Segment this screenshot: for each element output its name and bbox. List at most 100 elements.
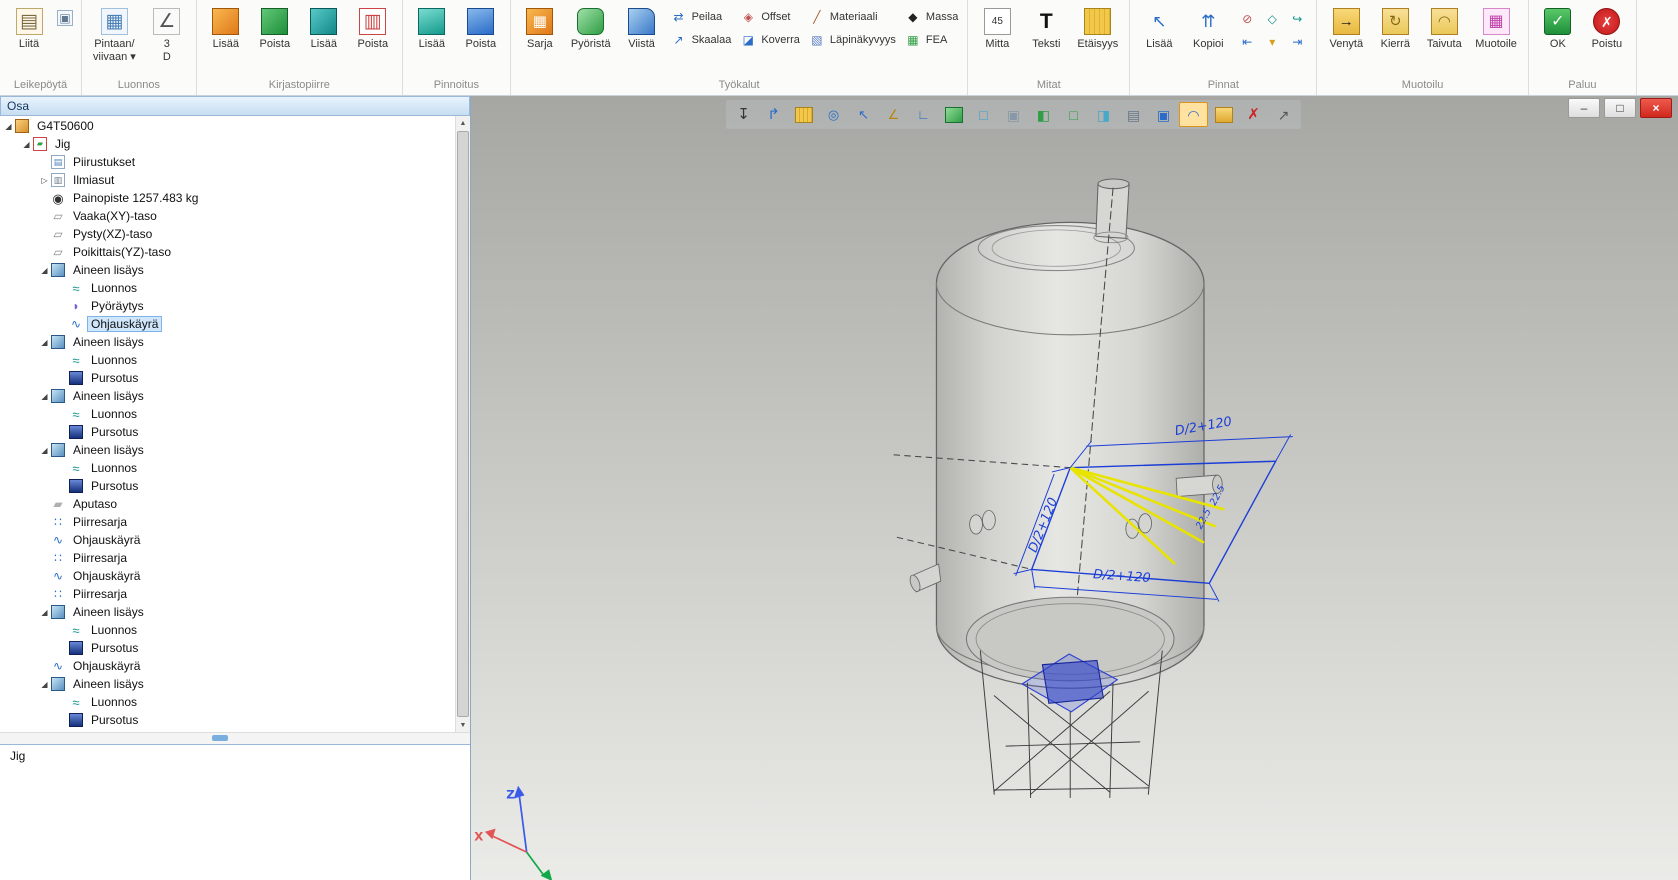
scroll-down-icon[interactable]: ▼	[456, 718, 470, 732]
collapse-arrow-icon[interactable]: ◢	[38, 392, 51, 401]
viewport-tool-delete-icon[interactable]: ✗	[1239, 102, 1268, 127]
tree-horizontal-scrollbar[interactable]	[0, 732, 470, 744]
collapse-arrow-icon[interactable]: ◢	[38, 680, 51, 689]
tree-item[interactable]: ≈Luonnos	[0, 405, 456, 423]
tree-item[interactable]: ◢Aineen lisäys	[0, 441, 456, 459]
ribbon-button-face-trim-icon[interactable]: ⊘	[1236, 9, 1258, 29]
viewport-tool-snap-edge-icon[interactable]: ∟	[909, 102, 938, 127]
tree-item[interactable]: Pursotus	[0, 423, 456, 441]
tree-item[interactable]: ◉Painopiste 1257.483 kg	[0, 189, 456, 207]
tree-item[interactable]: ◗Pyöräytys	[0, 297, 456, 315]
collapse-arrow-icon[interactable]: ◢	[38, 608, 51, 617]
ribbon-button-l-pin-kyvyys[interactable]: ▧Läpinäkyvyys	[809, 32, 896, 48]
ribbon-button-face-patch-icon[interactable]: ◇	[1261, 9, 1283, 29]
tree-item[interactable]: ▤Piirustukset	[0, 153, 456, 171]
ribbon-button-kierr[interactable]: ↻Kierrä	[1372, 3, 1418, 53]
tree-item[interactable]: ∿Ohjauskäyrä	[0, 567, 456, 585]
tree-item[interactable]: ≈Luonnos	[0, 693, 456, 711]
ribbon-button-offset[interactable]: ◈Offset	[740, 9, 800, 25]
viewport-tool-export-icon[interactable]: ↗	[1269, 102, 1298, 127]
viewport-tool-snap-point-icon[interactable]: ◎	[819, 102, 848, 127]
close-icon[interactable]: ×	[1640, 98, 1672, 118]
tree-item[interactable]: ∿Ohjauskäyrä	[0, 315, 456, 333]
tree-item[interactable]: Pursotus	[0, 369, 456, 387]
ribbon-button-teksti[interactable]: TTeksti	[1023, 3, 1069, 53]
tree-item[interactable]: ◢G4T50600	[0, 117, 456, 135]
viewport-tool-view-hidden-icon[interactable]: ▣	[999, 102, 1028, 127]
ribbon-button-face-save-icon[interactable]: ▾	[1261, 32, 1283, 52]
minimize-icon[interactable]: –	[1568, 98, 1600, 118]
viewport-tool-view-section-icon[interactable]: ◨	[1089, 102, 1118, 127]
ribbon-button-mitta[interactable]: 45Mitta	[974, 3, 1020, 53]
tree-item[interactable]: ◢Aineen lisäys	[0, 387, 456, 405]
tree-item[interactable]: ∿Ohjauskäyrä	[0, 657, 456, 675]
tree-item[interactable]: ▱Pysty(XZ)-taso	[0, 225, 456, 243]
viewport-tool-shaded-cube-icon[interactable]	[939, 102, 968, 127]
tree-item[interactable]: ◢Aineen lisäys	[0, 675, 456, 693]
viewport-tool-dim-add-icon[interactable]: ↱	[759, 102, 788, 127]
ribbon-button-venyt[interactable]: →Venytä	[1323, 3, 1369, 53]
tree-item[interactable]: ≈Luonnos	[0, 351, 456, 369]
ribbon-button-materiaali[interactable]: ╱Materiaali	[809, 9, 896, 25]
ribbon-button-ok[interactable]: ✓OK	[1535, 3, 1581, 53]
tree-item[interactable]: ▱Poikittais(YZ)-taso	[0, 243, 456, 261]
tree-item[interactable]: ▰Aputaso	[0, 495, 456, 513]
ribbon-button-peilaa[interactable]: ⇄Peilaa	[671, 9, 732, 25]
ribbon-button-fea[interactable]: ▦FEA	[905, 32, 958, 48]
viewport-tool-surface-mode-icon[interactable]: ◠	[1179, 102, 1208, 127]
tree-item[interactable]: ◢▰Jig	[0, 135, 456, 153]
viewport-tool-tape-icon[interactable]	[789, 102, 818, 127]
scrollbar-thumb[interactable]	[212, 735, 228, 741]
tree-item[interactable]: ◢Aineen lisäys	[0, 603, 456, 621]
tree-item[interactable]: Pursotus	[0, 477, 456, 495]
ribbon-button-et-isyys[interactable]: Etäisyys	[1072, 3, 1123, 53]
tree-item[interactable]: ≈Luonnos	[0, 621, 456, 639]
ribbon-button-poista[interactable]: ▥Poista	[350, 3, 396, 53]
tree-item[interactable]: Pursotus	[0, 711, 456, 729]
collapse-arrow-icon[interactable]: ◢	[38, 266, 51, 275]
viewport-tool-snap-angle-icon[interactable]: ∠	[879, 102, 908, 127]
tree-item[interactable]: ∷Piirresarja	[0, 513, 456, 531]
viewport-tool-sheet-icon[interactable]: ▤	[1119, 102, 1148, 127]
tree-item[interactable]: ≈Luonnos	[0, 279, 456, 297]
collapse-arrow-icon[interactable]: ◢	[2, 122, 15, 131]
viewport-tool-view-green-icon[interactable]: □	[1059, 102, 1088, 127]
ribbon-button-taivuta[interactable]: ◠Taivuta	[1421, 3, 1467, 53]
viewport-3d[interactable]: D/2+120 D/2+120 D/2+120 22.5 22.5 Z X	[471, 96, 1678, 880]
ribbon-button-copy-icon[interactable]: ▣	[55, 3, 75, 33]
tree-vertical-scrollbar[interactable]: ▲ ▼	[455, 116, 470, 732]
scrollbar-thumb[interactable]	[457, 131, 469, 717]
tree-item[interactable]: ▱Vaaka(XY)-taso	[0, 207, 456, 225]
ribbon-button-poista[interactable]: Poista	[252, 3, 298, 53]
expand-arrow-icon[interactable]: ▷	[38, 176, 51, 185]
viewport-tool-layers-icon[interactable]: ▣	[1149, 102, 1178, 127]
ribbon-button-face-forward-icon[interactable]: ⇥	[1286, 32, 1308, 52]
viewport-tool-snap-mid-icon[interactable]: ↖	[849, 102, 878, 127]
tree-item[interactable]: ◢Aineen lisäys	[0, 261, 456, 279]
ribbon-button-3-d[interactable]: ∠3 D	[144, 3, 190, 66]
ribbon-button-lis[interactable]: Lisää	[409, 3, 455, 53]
ribbon-button-viist[interactable]: Viistä	[619, 3, 665, 53]
viewport-tool-view-half-icon[interactable]: ◧	[1029, 102, 1058, 127]
ribbon-button-poista[interactable]: Poista	[458, 3, 504, 53]
maximize-icon[interactable]: □	[1604, 98, 1636, 118]
ribbon-button-kopioi[interactable]: ⇈Kopioi	[1185, 3, 1231, 53]
tree-item[interactable]: ∷Piirresarja	[0, 549, 456, 567]
viewport-tool-slab-icon[interactable]	[1209, 102, 1238, 127]
ribbon-button-face-extend-icon[interactable]: ↪	[1286, 9, 1308, 29]
collapse-arrow-icon[interactable]: ◢	[38, 446, 51, 455]
viewport-tool-pin-icon[interactable]: ↧	[729, 102, 758, 127]
collapse-arrow-icon[interactable]: ◢	[38, 338, 51, 347]
viewport-tool-view-wire-icon[interactable]: □	[969, 102, 998, 127]
tree-item[interactable]: ▷▥Ilmiasut	[0, 171, 456, 189]
tree-item[interactable]: ∷Piirresarja	[0, 585, 456, 603]
tree-item[interactable]: ∿Ohjauskäyrä	[0, 531, 456, 549]
ribbon-button-sarja[interactable]: ▦Sarja	[517, 3, 563, 53]
collapse-arrow-icon[interactable]: ◢	[20, 140, 33, 149]
tree-item[interactable]: ◢Aineen lisäys	[0, 333, 456, 351]
ribbon-button-lis[interactable]: ↖Lisää	[1136, 3, 1182, 53]
scroll-up-icon[interactable]: ▲	[456, 116, 470, 130]
ribbon-button-koverra[interactable]: ◪Koverra	[740, 32, 800, 48]
ribbon-button-poistu[interactable]: ✗Poistu	[1584, 3, 1630, 53]
ribbon-button-pintaan-viivaan[interactable]: ▦Pintaan/ viivaan ▾	[88, 3, 141, 66]
